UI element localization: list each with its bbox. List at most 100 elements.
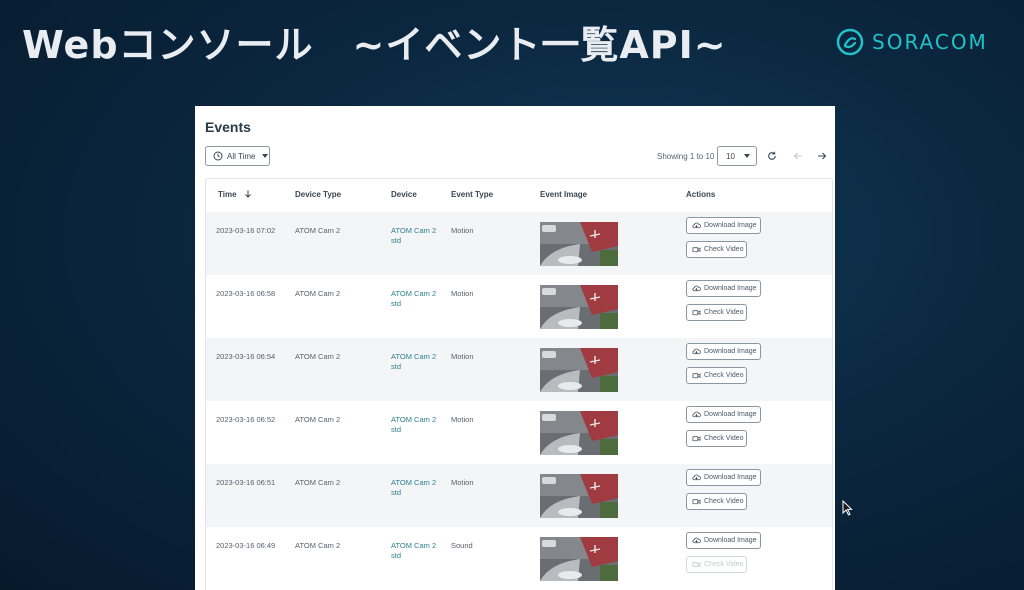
prev-page-button[interactable] [791,149,805,163]
row-event-type: Motion [451,352,474,361]
video-camera-icon [692,310,701,316]
refresh-button[interactable] [765,149,779,163]
col-time-header[interactable]: Time [218,190,252,199]
row-time: 2023-03-16 06:54 [216,352,276,361]
row-event-type: Motion [451,289,474,298]
event-thumbnail[interactable] [540,285,618,329]
event-image [540,348,618,392]
video-camera-icon [692,373,701,379]
row-device-type: ATOM Cam 2 [295,289,341,298]
row-device-type: ATOM Cam 2 [295,541,341,550]
download-cloud-icon [692,537,701,544]
row-device-type: ATOM Cam 2 [295,352,341,361]
event-image [540,222,618,266]
event-thumbnail[interactable] [540,348,618,392]
caret-down-icon [262,154,269,158]
check-video-button[interactable]: Check Video [686,304,747,321]
device-link[interactable]: ATOM Cam 2 std [391,226,439,246]
row-time: 2023-03-16 06:51 [216,478,276,487]
device-link[interactable]: ATOM Cam 2 std [391,478,439,498]
check-video-button[interactable]: Check Video [686,241,747,258]
clock-icon [213,151,223,161]
table-header: Time Device Type Device Event Type Event… [206,179,832,213]
download-image-button[interactable]: Download Image [686,343,761,360]
filter-label: All Time [227,151,256,161]
download-cloud-icon [692,222,701,229]
video-camera-icon [692,562,701,568]
download-image-button[interactable]: Download Image [686,469,761,486]
row-device-type: ATOM Cam 2 [295,415,341,424]
showing-count: Showing 1 to 10 [657,152,715,161]
download-cloud-icon [692,411,701,418]
download-image-button[interactable]: Download Image [686,532,761,549]
page-size-value: 10 [726,151,735,161]
download-image-label: Download Image [704,537,757,544]
col-event-image-header: Event Image [540,190,588,199]
slide-title: Webコンソール ~イベント一覧API~ [22,23,727,67]
table-row: 2023-03-16 06:52 ATOM Cam 2 ATOM Cam 2 std… [206,401,832,464]
caret-down-icon [744,154,750,158]
video-camera-icon [692,499,701,505]
event-image [540,411,618,455]
event-image [540,474,618,518]
download-image-label: Download Image [704,474,757,481]
download-image-button[interactable]: Download Image [686,280,761,297]
soracom-logo: SORACOM [836,28,988,56]
event-thumbnail[interactable] [540,411,618,455]
check-video-label: Check Video [704,435,744,442]
check-video-button[interactable]: Check Video [686,493,747,510]
download-image-button[interactable]: Download Image [686,406,761,423]
row-device-type: ATOM Cam 2 [295,226,341,235]
row-time: 2023-03-16 07:02 [216,226,276,235]
events-table: Time Device Type Device Event Type Event… [205,178,833,590]
arrow-right-icon [818,152,827,160]
device-link[interactable]: ATOM Cam 2 std [391,289,439,309]
download-cloud-icon [692,348,701,355]
download-image-button[interactable]: Download Image [686,217,761,234]
check-video-button[interactable]: Check Video [686,556,747,573]
event-thumbnail[interactable] [540,537,618,581]
row-event-type: Motion [451,415,474,424]
table-row: 2023-03-16 07:02 ATOM Cam 2 ATOM Cam 2 std… [206,212,832,275]
table-row: 2023-03-16 06:58 ATOM Cam 2 ATOM Cam 2 std… [206,275,832,338]
time-filter-dropdown[interactable]: All Time [205,146,270,166]
row-event-type: Motion [451,478,474,487]
download-image-label: Download Image [704,348,757,355]
device-link[interactable]: ATOM Cam 2 std [391,352,439,372]
events-panel: Events All Time Showing 1 to 10 10 Time [195,106,835,590]
col-device-header: Device [391,190,417,199]
refresh-icon [768,151,776,160]
table-row: 2023-03-16 06:51 ATOM Cam 2 ATOM Cam 2 std… [206,464,832,527]
check-video-button[interactable]: Check Video [686,430,747,447]
logo-mark-icon [836,28,864,56]
logo-text: SORACOM [872,30,988,54]
download-cloud-icon [692,285,701,292]
mouse-cursor-icon [842,500,853,516]
page-title: Events [205,119,251,135]
device-link[interactable]: ATOM Cam 2 std [391,541,439,561]
video-camera-icon [692,436,701,442]
check-video-button[interactable]: Check Video [686,367,747,384]
event-thumbnail[interactable] [540,474,618,518]
col-device-type-header: Device Type [295,190,342,199]
device-link[interactable]: ATOM Cam 2 std [391,415,439,435]
download-cloud-icon [692,474,701,481]
next-page-button[interactable] [815,149,829,163]
row-time: 2023-03-16 06:58 [216,289,276,298]
arrow-left-icon [793,152,802,160]
event-thumbnail[interactable] [540,222,618,266]
page-size-select[interactable]: 10 [717,146,757,166]
check-video-label: Check Video [704,498,744,505]
download-image-label: Download Image [704,222,757,229]
col-event-type-header: Event Type [451,190,494,199]
col-actions-header: Actions [686,190,716,199]
video-camera-icon [692,247,701,253]
row-time: 2023-03-16 06:52 [216,415,276,424]
row-time: 2023-03-16 06:49 [216,541,276,550]
download-image-label: Download Image [704,411,757,418]
table-row: 2023-03-16 06:54 ATOM Cam 2 ATOM Cam 2 std… [206,338,832,401]
check-video-label: Check Video [704,309,744,316]
event-image [540,537,618,581]
table-row: 2023-03-16 06:49 ATOM Cam 2 ATOM Cam 2 std… [206,527,832,590]
row-device-type: ATOM Cam 2 [295,478,341,487]
